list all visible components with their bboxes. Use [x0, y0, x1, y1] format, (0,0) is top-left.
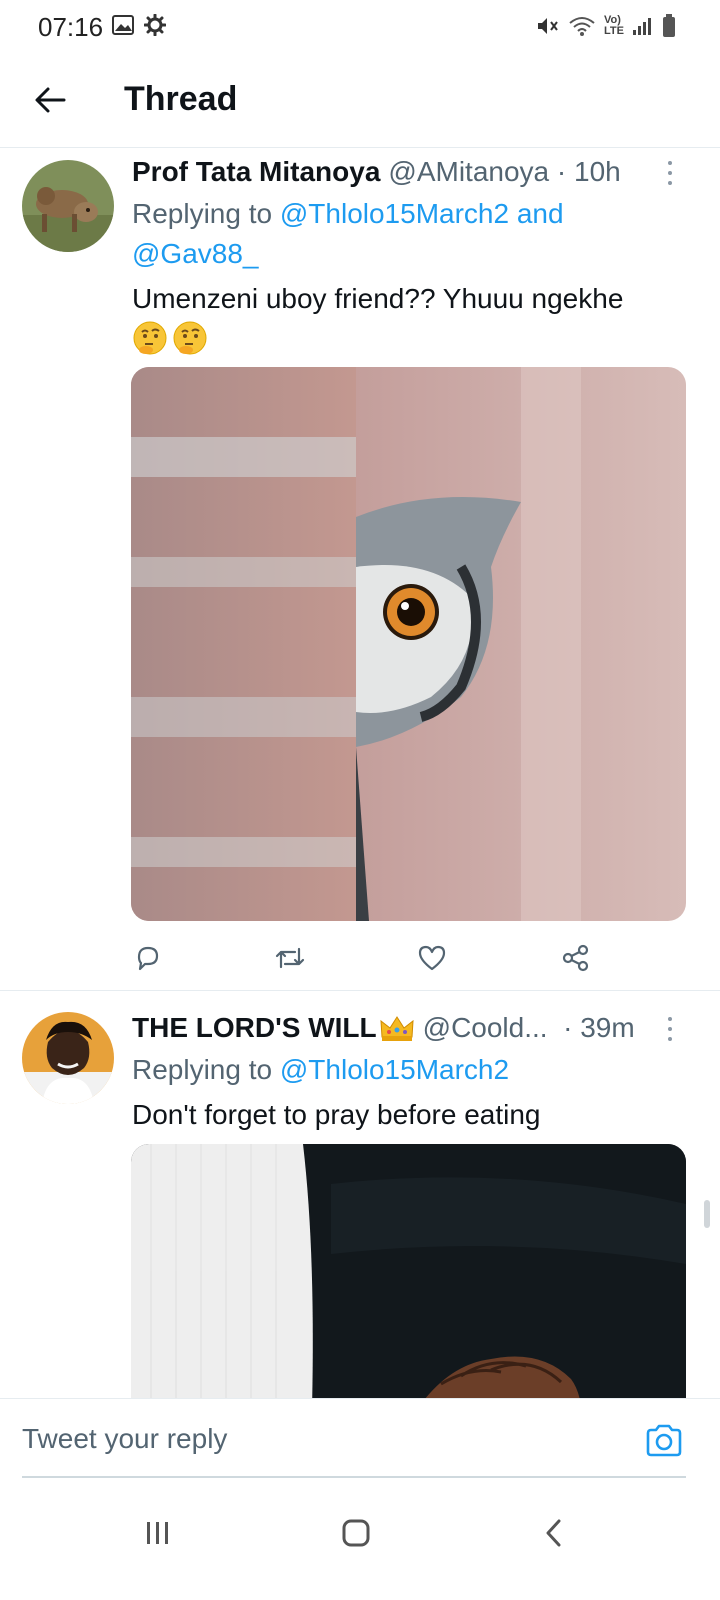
thinking-face-emoji	[133, 321, 167, 355]
volte-line2: LTE	[604, 25, 624, 37]
back-icon	[546, 1519, 561, 1547]
avatar[interactable]	[22, 1012, 114, 1104]
more-options-icon[interactable]	[660, 158, 680, 188]
share-icon	[562, 944, 589, 972]
tweet[interactable]: THE LORD'S WILL @Coold... · 39m Replying…	[0, 992, 720, 1402]
author-handle[interactable]: @AMitanoya	[388, 156, 549, 188]
camera-button[interactable]	[644, 1423, 684, 1459]
scrollbar[interactable]	[704, 1200, 710, 1228]
crown-emoji	[380, 1016, 414, 1041]
tweet-header: Prof Tata Mitanoya @AMitanoya · 10h	[132, 152, 680, 192]
recents-icon	[147, 1522, 168, 1544]
nav-back-button[interactable]	[524, 1508, 584, 1558]
gallery-icon	[112, 15, 134, 35]
share-button[interactable]	[556, 938, 596, 978]
status-bar: 07:16 Vo) LTE	[0, 0, 720, 56]
volte-icon: Vo) LTE	[604, 15, 624, 37]
tweet-text: Don't forget to pray before eating	[132, 1099, 541, 1130]
replying-to: Replying to @Thlolo15March2	[132, 1054, 510, 1085]
thinking-face-emoji	[173, 321, 207, 355]
retweet-button[interactable]	[270, 938, 310, 978]
mention-link[interactable]: @Thlolo15March2	[280, 198, 509, 229]
tweet-time: · 10h	[556, 156, 621, 187]
home-button[interactable]	[326, 1508, 386, 1558]
replying-to: Replying to @Thlolo15March2 and @Gav88_	[132, 198, 564, 269]
status-left-icons	[112, 14, 166, 36]
wifi-icon	[569, 17, 595, 36]
reply-divider	[22, 1476, 686, 1478]
system-nav-bar	[0, 1482, 720, 1600]
user-avatar-image	[22, 1012, 114, 1104]
tweet-text: Umenzeni uboy friend?? Yhuuu ngekhe	[132, 278, 680, 356]
battery-icon	[663, 14, 675, 37]
arrow-left-icon	[35, 87, 66, 113]
status-time: 07:16	[38, 12, 104, 42]
signal-icon	[633, 18, 651, 35]
emoji-row	[132, 320, 680, 356]
tweet-media-image[interactable]	[131, 1144, 686, 1402]
page-title: Thread	[124, 80, 238, 118]
mute-icon	[538, 18, 558, 34]
more-options-icon[interactable]	[660, 1014, 680, 1044]
author-name[interactable]: THE LORD'S WILL	[132, 1012, 377, 1044]
avatar[interactable]	[22, 160, 114, 252]
reply-icon	[137, 946, 159, 971]
like-button[interactable]	[412, 938, 452, 978]
tweet[interactable]: Prof Tata Mitanoya @AMitanoya · 10h Repl…	[0, 148, 720, 991]
reply-input[interactable]	[22, 1415, 622, 1463]
retweet-icon	[275, 947, 305, 969]
gear-icon	[144, 14, 166, 36]
reply-button[interactable]	[128, 938, 168, 978]
tweet-header: THE LORD'S WILL @Coold... · 39m	[132, 1008, 680, 1048]
tweet-media-image[interactable]	[131, 367, 686, 921]
mention-link[interactable]: @Gav88_	[132, 238, 259, 269]
status-right-icons: Vo) LTE	[536, 14, 676, 38]
author-handle[interactable]: @Coold...	[423, 1012, 548, 1044]
home-icon	[342, 1519, 370, 1547]
recents-button[interactable]	[128, 1508, 188, 1558]
author-name[interactable]: Prof Tata Mitanoya	[132, 156, 380, 188]
header: Thread	[0, 56, 720, 148]
praying-hands-photo	[131, 1144, 686, 1402]
owl-photo	[131, 367, 686, 921]
tweet-actions	[132, 938, 602, 978]
hyena-avatar-image	[22, 160, 114, 252]
camera-icon	[646, 1424, 682, 1457]
tweet-time: · 39m	[563, 1012, 635, 1043]
reply-bar	[0, 1398, 720, 1482]
mention-link[interactable]: @Thlolo15March2	[280, 1054, 509, 1085]
back-button[interactable]	[28, 78, 72, 122]
like-icon	[418, 945, 446, 971]
